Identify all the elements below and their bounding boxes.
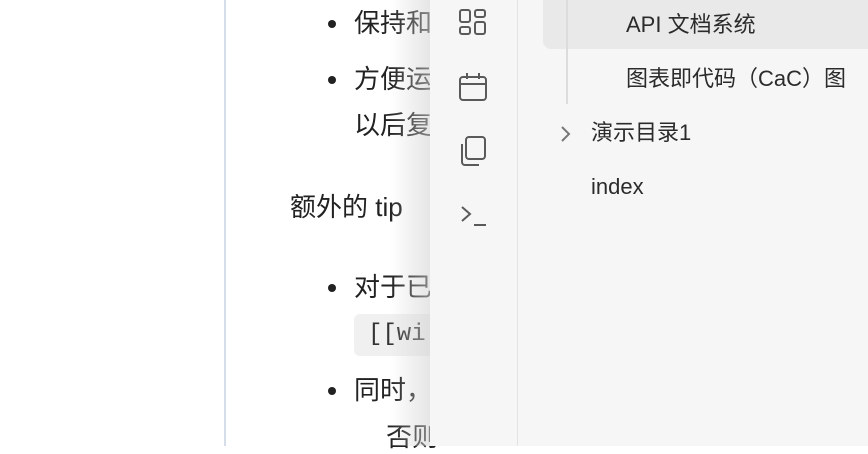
file-item-index[interactable]: index: [591, 172, 644, 202]
chevron-right-icon[interactable]: [558, 120, 574, 148]
folder-item-demo[interactable]: 演示目录1: [591, 118, 691, 148]
file-item-cac[interactable]: 图表即代码（CaC）图: [626, 64, 846, 94]
bullet-dot: [328, 20, 336, 28]
copy-icon[interactable]: [456, 134, 490, 168]
panel-shadow: [390, 0, 432, 446]
editor-margin-line: [224, 0, 226, 446]
file-item-api-docs[interactable]: API 文档系统: [626, 10, 756, 40]
paragraph-extra-tip: 额外的 tip: [290, 192, 403, 222]
grid-icon[interactable]: [456, 6, 490, 40]
terminal-icon[interactable]: [456, 198, 490, 232]
bullet-dot: [328, 387, 336, 395]
ribbon-bar: [430, 0, 518, 446]
bullet-dot: [328, 284, 336, 292]
calendar-icon[interactable]: [456, 70, 490, 104]
indent-guide: [566, 0, 568, 104]
bullet-dot: [328, 76, 336, 84]
file-explorer: API 文档系统 图表即代码（CaC）图 演示目录1 index: [518, 0, 868, 446]
